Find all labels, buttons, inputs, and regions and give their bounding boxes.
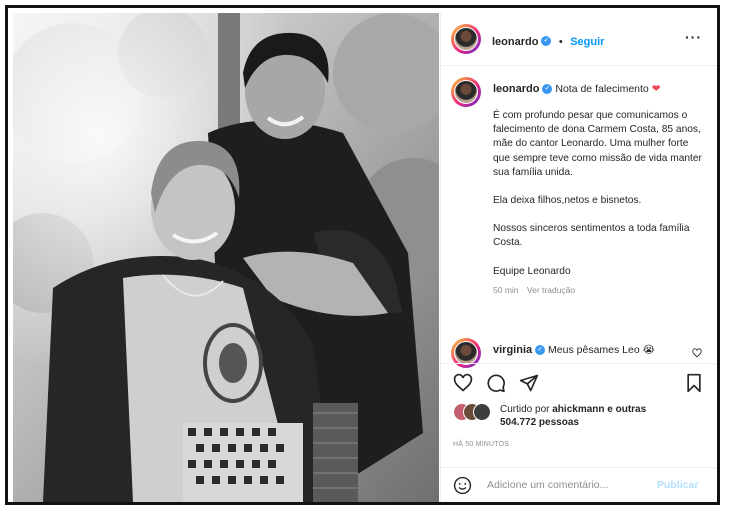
likes-user[interactable]: ahickmann [552,404,604,415]
comment-username[interactable]: virginia [493,344,532,356]
comment-text: Meus pêsames Leo [548,344,640,356]
liker-avatar [473,403,491,421]
liker-avatars [453,403,491,421]
caption-body: É com profundo pesar que comunicamos o f… [493,109,703,297]
caption-username[interactable]: leonardo [493,83,539,95]
caption-time[interactable]: 50 min [493,285,519,295]
share-icon[interactable] [519,373,539,393]
comment-like-icon[interactable] [692,348,702,358]
verified-icon: ✓ [541,35,552,46]
action-bar [441,363,717,400]
caption-avatar[interactable] [451,77,481,107]
caption-paragraph: Ela deixa filhos,netos e bisnetos. [493,195,642,207]
header-user-line: leonardo ✓ • Seguir [492,32,604,50]
post-timestamp[interactable]: HÁ 50 MINUTOS [453,441,509,448]
translate-link[interactable]: Ver tradução [527,285,575,295]
header-separator: • [558,36,563,48]
emoji-icon[interactable] [453,476,472,495]
likes-connector[interactable]: e outras [607,404,646,415]
likes-line: Curtido por ahickmann e outras [500,404,646,415]
crying-emoji: 😭 [642,344,655,356]
likes-count[interactable]: 504.772 pessoas [500,417,579,428]
verified-icon: ✓ [535,345,546,356]
more-options-icon[interactable]: ··· [685,29,702,45]
caption-header: leonardo ✓ Nota de falecimento ❤ [493,83,661,95]
post-frame: leonardo ✓ • Seguir ··· leonardo ✓ Nota de… [5,5,720,505]
bookmark-icon[interactable] [685,373,703,393]
add-comment-bar: Adicione um comentário... Publicar [441,467,717,502]
likes-prefix: Curtido por [500,404,550,415]
caption-signature: Equipe Leonardo [493,265,571,277]
caption-paragraph: É com profundo pesar que comunicamos o f… [493,110,702,178]
comment-text-line: virginia ✓ Meus pêsames Leo 😭 [493,344,655,356]
comment-icon[interactable] [486,373,506,393]
avatar[interactable] [451,24,481,54]
caption-title: Nota de falecimento [555,83,649,95]
header-username[interactable]: leonardo [492,36,538,48]
verified-icon: ✓ [542,84,553,95]
post-header: leonardo ✓ • Seguir ··· [441,13,717,66]
post-side-panel: leonardo ✓ • Seguir ··· leonardo ✓ Nota de… [440,13,717,502]
comment-row: virginia ✓ Meus pêsames Leo 😭 [441,336,717,368]
heart-icon[interactable] [453,373,473,393]
heart-emoji: ❤ [651,83,661,95]
caption-paragraph: Nossos sinceros sentimentos a toda famíl… [493,223,690,249]
publish-button[interactable]: Publicar [657,479,698,491]
comment-input[interactable]: Adicione um comentário... [487,479,608,491]
post-photo[interactable] [13,13,439,502]
photo-image [13,13,439,502]
follow-button[interactable]: Seguir [570,36,604,48]
caption-meta: 50 min Ver tradução [493,283,703,297]
